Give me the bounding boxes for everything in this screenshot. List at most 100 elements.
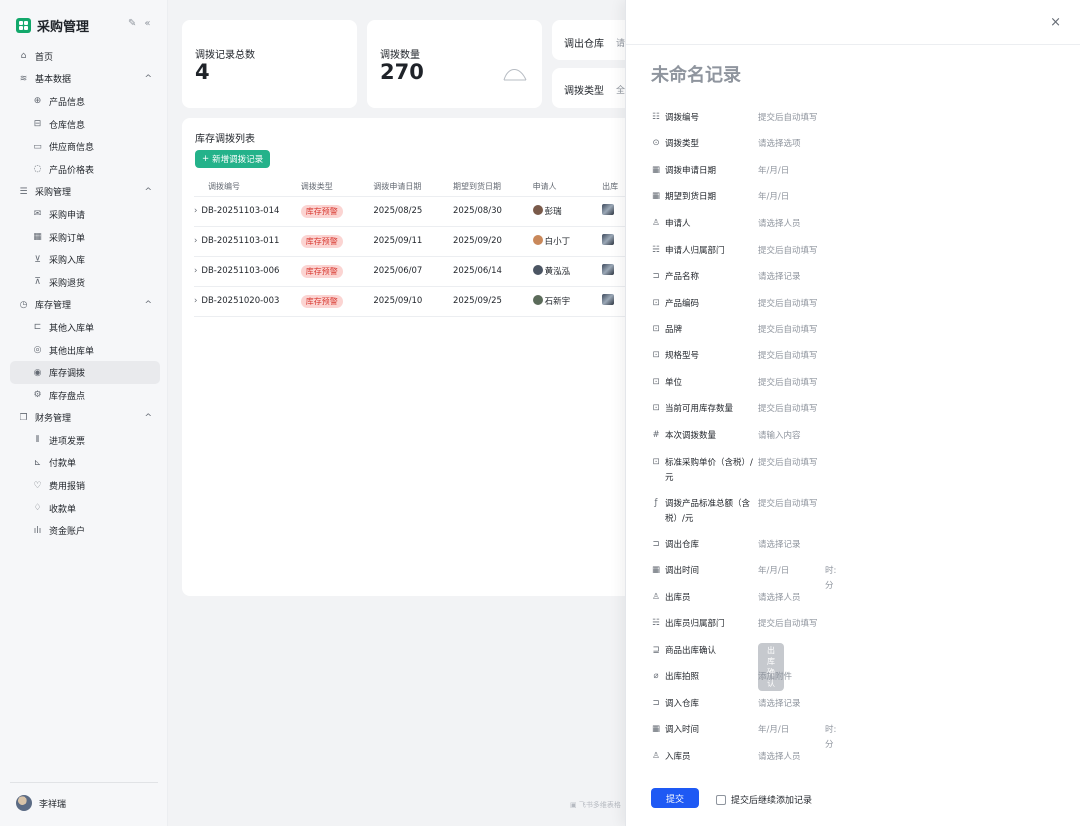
- table-row[interactable]: › DB-20251103-006 库存预警 2025/06/07 2025/06/14…: [194, 256, 632, 287]
- sidebar-item-0[interactable]: ⌂ 首页: [10, 45, 160, 68]
- submit-button[interactable]: 提交: [651, 788, 699, 808]
- field-input[interactable]: 请选择人员: [758, 750, 801, 765]
- list-number-icon: ☷: [652, 112, 660, 122]
- chevron-right-icon[interactable]: ›: [194, 206, 197, 216]
- app-brand[interactable]: 采购管理: [16, 16, 89, 35]
- sidebar-item-17[interactable]: ⦀ 进项发票: [10, 429, 160, 452]
- edit-icon[interactable]: ✎: [128, 18, 136, 29]
- field-input[interactable]: 年/月/日: [758, 723, 789, 738]
- time-input[interactable]: 时:分: [825, 723, 836, 753]
- avatar: [532, 295, 543, 305]
- cell-apply-date: 2025/08/25: [373, 196, 453, 227]
- sidebar-item-4[interactable]: ▭ 供应商信息: [10, 135, 160, 158]
- sidebar-item-14[interactable]: ◉ 库存调拨: [10, 361, 160, 384]
- transfer-table: 调拨编号 调拨类型 调拨申请日期 期望到货日期 申请人 出库 › DB-20251103-0…: [194, 178, 632, 317]
- field-input[interactable]: 提交后自动填写: [758, 349, 818, 364]
- field-label: 出库员归属部门: [665, 619, 725, 629]
- bar-chart-icon: ılı: [33, 525, 42, 536]
- field-label: 调入时间: [665, 725, 700, 735]
- sidebar-item-16[interactable]: ❐ 财务管理 ^: [10, 407, 160, 430]
- sidebar-item-8[interactable]: ▦ 采购订单: [10, 226, 160, 249]
- field-input[interactable]: 提交后自动填写: [758, 111, 818, 126]
- photo-thumbnail[interactable]: [602, 204, 615, 215]
- sidebar-item-label: 收款单: [49, 504, 77, 515]
- photo-thumbnail[interactable]: [602, 294, 615, 305]
- sidebar-item-10[interactable]: ⊼ 采购退货: [10, 271, 160, 294]
- sidebar-item-21[interactable]: ılı 资金账户: [10, 519, 160, 542]
- sidebar-item-label: 仓库信息: [49, 120, 86, 131]
- column-header[interactable]: 调拨类型: [300, 178, 374, 197]
- sidebar-item-1[interactable]: ≋ 基本数据 ^: [10, 68, 160, 91]
- transfer-id: DB-20251020-003: [201, 296, 280, 306]
- user-profile[interactable]: 李祥瑞: [10, 782, 158, 811]
- field-input[interactable]: 提交后自动填写: [758, 323, 818, 338]
- person-icon: ♙: [652, 218, 660, 228]
- layers-icon: ≋: [19, 73, 28, 84]
- field-input[interactable]: 年/月/日: [758, 190, 789, 205]
- field-input[interactable]: 请选择记录: [758, 697, 801, 712]
- chevron-up-icon[interactable]: ^: [144, 187, 152, 197]
- column-header[interactable]: 申请人: [532, 178, 603, 197]
- field-input[interactable]: 提交后自动填写: [758, 402, 818, 417]
- photo-thumbnail[interactable]: [602, 264, 615, 275]
- column-header[interactable]: 期望到货日期: [452, 178, 533, 197]
- add-record-button[interactable]: + 新增调拨记录: [195, 150, 271, 168]
- chevron-right-icon[interactable]: ›: [194, 236, 197, 246]
- field-input[interactable]: 提交后自动填写: [758, 497, 818, 512]
- field-input[interactable]: 年/月/日: [758, 564, 789, 579]
- chevron-right-icon[interactable]: ›: [194, 266, 197, 276]
- sidebar-item-18[interactable]: ⊾ 付款单: [10, 452, 160, 475]
- field-input[interactable]: 请选择人员: [758, 217, 801, 232]
- field-input[interactable]: 提交后自动填写: [758, 376, 818, 391]
- time-input[interactable]: 时:分: [825, 564, 836, 594]
- chevron-up-icon[interactable]: ^: [144, 413, 152, 423]
- sidebar-item-5[interactable]: ◌ 产品价格表: [10, 158, 160, 181]
- field-label: 调拨产品标准总额（含税）/元: [665, 499, 751, 524]
- photo-thumbnail[interactable]: [602, 234, 615, 245]
- column-header[interactable]: 调拨编号: [194, 178, 301, 197]
- field-input[interactable]: 提交后自动填写: [758, 297, 818, 312]
- collapse-icon[interactable]: «: [144, 18, 150, 29]
- table-row[interactable]: › DB-20251103-011 库存预警 2025/09/11 2025/09/20…: [194, 226, 632, 257]
- chevron-up-icon[interactable]: ^: [144, 74, 152, 84]
- cell-apply-date: 2025/09/10: [373, 286, 453, 317]
- sidebar-item-6[interactable]: ☰ 采购管理 ^: [10, 181, 160, 204]
- sidebar-item-11[interactable]: ◷ 库存管理 ^: [10, 294, 160, 317]
- sidebar-item-15[interactable]: ⚙ 库存盘点: [10, 384, 160, 407]
- sidebar-item-19[interactable]: ♡ 费用报销: [10, 474, 160, 497]
- continue-checkbox[interactable]: [716, 794, 726, 805]
- field-input[interactable]: 请选择选项: [758, 137, 801, 152]
- sidebar-item-3[interactable]: ⊟ 仓库信息: [10, 113, 160, 136]
- form-field: ▦ 期望到货日期 年/月/日: [651, 190, 789, 205]
- field-input[interactable]: 添加附件: [758, 670, 792, 685]
- chart-icon: ⊾: [33, 457, 42, 468]
- filter-transfer-type[interactable]: 调拨类型 全: [552, 68, 632, 108]
- filter-warehouse-out[interactable]: 调出仓库 请: [552, 20, 632, 60]
- field-input[interactable]: 请选择人员: [758, 591, 801, 606]
- sidebar-item-20[interactable]: ♢ 收款单: [10, 497, 160, 520]
- sidebar-item-12[interactable]: ⊏ 其他入库单: [10, 316, 160, 339]
- sidebar-item-7[interactable]: ✉ 采购申请: [10, 203, 160, 226]
- column-header[interactable]: 调拨申请日期: [373, 178, 453, 197]
- sidebar-item-2[interactable]: ⊕ 产品信息: [10, 90, 160, 113]
- cell-expect-date: 2025/06/14: [452, 256, 533, 287]
- sidebar-nav: ⌂ 首页 ≋ 基本数据 ^ ⊕ 产品信息 ⊟ 仓库信息 ▭ 供应商信息 ◌ 产品价格表 ☰ 采购管理 ^ ✉ 采购…: [10, 45, 160, 542]
- field-input[interactable]: 提交后自动填写: [758, 617, 818, 632]
- field-input[interactable]: 年/月/日: [758, 164, 789, 179]
- field-input[interactable]: 提交后自动填写: [758, 456, 818, 471]
- chevron-up-icon[interactable]: ^: [144, 300, 152, 310]
- close-icon[interactable]: ×: [1050, 15, 1061, 30]
- app-title: 采购管理: [37, 20, 90, 35]
- field-input[interactable]: 请输入内容: [758, 429, 801, 444]
- field-input[interactable]: 提交后自动填写: [758, 244, 818, 259]
- sidebar-item-9[interactable]: ⊻ 采购入库: [10, 248, 160, 271]
- field-input[interactable]: 请选择记录: [758, 538, 801, 553]
- home-icon: ⌂: [20, 51, 27, 62]
- sidebar-item-13[interactable]: ◎ 其他出库单: [10, 339, 160, 362]
- chevron-right-icon[interactable]: ›: [194, 296, 197, 306]
- field-label: 申请人: [665, 219, 691, 229]
- table-row[interactable]: › DB-20251020-003 库存预警 2025/09/10 2025/09/25…: [194, 286, 632, 317]
- continue-after-submit[interactable]: 提交后继续添加记录: [716, 793, 812, 806]
- table-row[interactable]: › DB-20251103-014 库存预警 2025/08/25 2025/08/30…: [194, 196, 632, 227]
- field-input[interactable]: 请选择记录: [758, 270, 801, 285]
